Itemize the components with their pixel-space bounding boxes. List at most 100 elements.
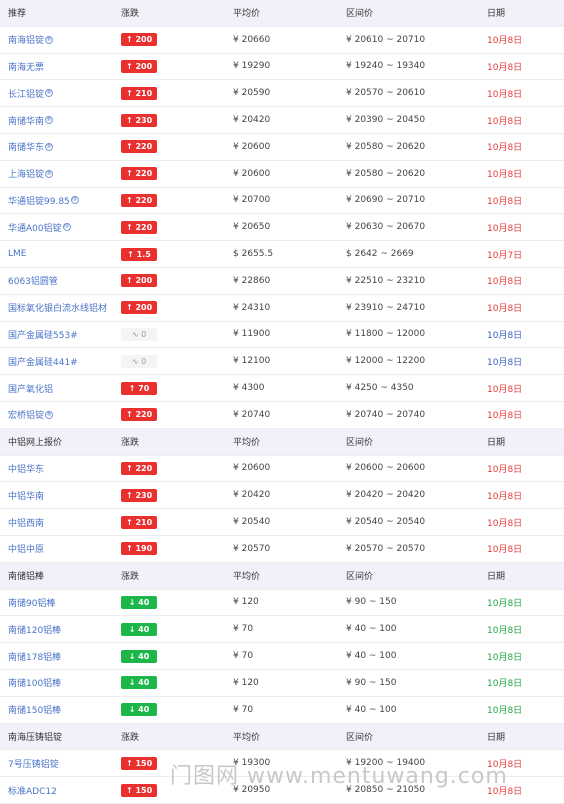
product-name-link[interactable]: 华通A00铝锭 (8, 221, 62, 234)
date: 10月8日 (487, 223, 523, 234)
registered-mark: ® (45, 169, 54, 178)
table-row[interactable]: 中铝西南 ↑ 210 ¥ 20540 ¥ 20540 ~ 20540 10月8日 (0, 509, 564, 536)
product-name-cell[interactable]: 南储120铝棒 (8, 616, 61, 642)
avg-price: ¥ 20540 (233, 517, 271, 528)
product-name-cell[interactable]: 中铝中原 (8, 536, 44, 562)
date: 10月8日 (487, 89, 523, 100)
table-row[interactable]: 南海铝锭 ® ↑ 200 ¥ 20660 ¥ 20610 ~ 20710 10月8日 (0, 27, 564, 54)
product-name-link[interactable]: 国产金属硅441# (8, 355, 78, 368)
product-name-link[interactable]: 华通铝锭99.85 (8, 194, 70, 207)
product-name-link[interactable]: 南储100铝棒 (8, 676, 61, 689)
product-name-cell[interactable]: 南海无票 (8, 54, 44, 80)
product-name-cell[interactable]: 中铝西南 (8, 509, 44, 535)
table-row[interactable]: 南储120铝棒 ↓ 40 ¥ 70 ¥ 40 ~ 100 10月8日 (0, 616, 564, 644)
product-name-cell[interactable]: 中铝华东 (8, 456, 44, 482)
product-name-link[interactable]: 南海铝锭 (8, 33, 44, 46)
product-name-cell[interactable]: 6063铝圆管 (8, 268, 58, 294)
product-name-cell[interactable]: 南储150铝棒 (8, 697, 61, 723)
product-name-link[interactable]: 中铝中原 (8, 542, 44, 555)
table-row[interactable]: 长江铝锭 ® ↑ 210 ¥ 20590 ¥ 20570 ~ 20610 10月8日 (0, 80, 564, 108)
avg-price: ¥ 11900 (233, 329, 271, 340)
table-row[interactable]: 南储100铝棒 ↓ 40 ¥ 120 ¥ 90 ~ 150 10月8日 (0, 670, 564, 697)
avg-price: ¥ 20590 (233, 88, 271, 99)
product-name-link[interactable]: 国标氧化银白流水线铝材 (8, 301, 107, 314)
section-title: 南储铝棒 (8, 572, 45, 583)
table-row[interactable]: 国产金属硅553# ∿ 0 ¥ 11900 ¥ 11800 ~ 12000 10月8日 (0, 322, 564, 349)
product-name-cell[interactable]: 国产氧化铝 (8, 375, 53, 401)
table-row[interactable]: 南储150铝棒 ↓ 40 ¥ 70 ¥ 40 ~ 100 10月8日 (0, 697, 564, 724)
product-name-cell[interactable]: 国产金属硅553# (8, 322, 78, 348)
product-name-cell[interactable]: 南储华南 ® (8, 107, 54, 133)
table-row[interactable]: 南储90铝棒 ↓ 40 ¥ 120 ¥ 90 ~ 150 10月8日 (0, 590, 564, 617)
table-row[interactable]: 南储178铝棒 ↓ 40 ¥ 70 ¥ 40 ~ 100 10月8日 (0, 643, 564, 670)
table-row[interactable]: 国产金属硅441# ∿ 0 ¥ 12100 ¥ 12000 ~ 12200 10月8日 (0, 348, 564, 376)
change-cell: ↓ 40 (121, 670, 157, 696)
date: 10月8日 (487, 330, 523, 341)
product-name-cell[interactable]: 南储100铝棒 (8, 670, 61, 696)
product-name-cell[interactable]: 南储90铝棒 (8, 590, 55, 616)
product-name-link[interactable]: 中铝西南 (8, 516, 44, 529)
table-row[interactable]: 宏桥铝锭 ® ↑ 220 ¥ 20740 ¥ 20740 ~ 20740 10月8日 (0, 402, 564, 429)
product-name-link[interactable]: 宏桥铝锭 (8, 408, 44, 421)
range-price: ¥ 12000 ~ 12200 (346, 356, 426, 367)
product-name-link[interactable]: 南储120铝棒 (8, 623, 61, 636)
col-change-header: 涨跌 (121, 732, 140, 743)
product-name-link[interactable]: 上海铝锭 (8, 167, 44, 180)
product-name-link[interactable]: LME (8, 249, 26, 259)
change-cell: ↓ 40 (121, 590, 157, 616)
range-price: ¥ 20570 ~ 20570 (346, 543, 426, 554)
product-name-link[interactable]: 南储90铝棒 (8, 596, 55, 609)
product-name-cell[interactable]: 国标氧化银白流水线铝材 (8, 295, 107, 321)
product-name-cell[interactable]: 南海铝锭 ® (8, 27, 54, 53)
product-name-cell[interactable]: LME (8, 241, 26, 267)
product-name-link[interactable]: 标准ADC12 (8, 784, 57, 797)
change-cell: ↑ 210 (121, 80, 158, 106)
product-name-cell[interactable]: 标准ADC12 (8, 777, 57, 803)
product-name-cell[interactable]: 中铝华南 (8, 482, 44, 508)
table-row[interactable]: 国标氧化银白流水线铝材 ↑ 200 ¥ 24310 ¥ 23910 ~ 24710 10… (0, 295, 564, 322)
table-row[interactable]: 6063铝圆管 ↑ 200 ¥ 22860 ¥ 22510 ~ 23210 10月8日 (0, 268, 564, 295)
table-row[interactable]: 南储华东 ® ↑ 220 ¥ 20600 ¥ 20580 ~ 20620 10月8日 (0, 134, 564, 161)
product-name-link[interactable]: 南海无票 (8, 60, 44, 73)
product-name-cell[interactable]: 华通A00铝锭 ® (8, 214, 71, 240)
product-name-link[interactable]: 7号压铸铝锭 (8, 757, 59, 770)
product-name-link[interactable]: 南储华东 (8, 140, 44, 153)
product-name-link[interactable]: 国产氧化铝 (8, 382, 53, 395)
product-name-link[interactable]: 南储华南 (8, 114, 44, 127)
table-row[interactable]: 华通A00铝锭 ® ↑ 220 ¥ 20650 ¥ 20630 ~ 20670 10月8日 (0, 214, 564, 242)
product-name-link[interactable]: 中铝华南 (8, 489, 44, 502)
table-row[interactable]: 中铝华东 ↑ 220 ¥ 20600 ¥ 20600 ~ 20600 10月8日 (0, 456, 564, 483)
table-row[interactable]: 中铝中原 ↑ 190 ¥ 20570 ¥ 20570 ~ 20570 10月8日 (0, 536, 564, 563)
product-name-cell[interactable]: 宏桥铝锭 ® (8, 402, 54, 428)
section-header: 南储铝棒 涨跌 平均价 区间价 日期 (0, 562, 564, 590)
table-row[interactable]: 中铝华南 ↑ 230 ¥ 20420 ¥ 20420 ~ 20420 10月8日 (0, 482, 564, 510)
change-badge: ↑ 220 (121, 140, 158, 154)
product-name-link[interactable]: 长江铝锭 (8, 87, 44, 100)
product-name-cell[interactable]: 7号压铸铝锭 (8, 750, 59, 776)
product-name-link[interactable]: 南储150铝棒 (8, 703, 61, 716)
product-name-link[interactable]: 中铝华东 (8, 462, 44, 475)
table-row[interactable]: 华通铝锭99.85 ® ↑ 220 ¥ 20700 ¥ 20690 ~ 20710 10月… (0, 188, 564, 215)
table-row[interactable]: 南储华南 ® ↑ 230 ¥ 20420 ¥ 20390 ~ 20450 10月8日 (0, 107, 564, 134)
product-name-cell[interactable]: 南储178铝棒 (8, 643, 61, 669)
date: 10月8日 (487, 518, 523, 529)
col-range-header: 区间价 (346, 438, 374, 449)
table-row[interactable]: LME ↑ 1.5 $ 2655.5 $ 2642 ~ 2669 10月7日 (0, 241, 564, 268)
table-row[interactable]: 南海无票 ↑ 200 ¥ 19290 ¥ 19240 ~ 19340 10月8日 (0, 54, 564, 81)
product-name-cell[interactable]: 长江铝锭 ® (8, 80, 54, 106)
date: 10月8日 (487, 357, 523, 368)
date: 10月8日 (487, 196, 523, 207)
product-name-cell[interactable]: 华通铝锭99.85 ® (8, 188, 79, 214)
change-cell: ↑ 220 (121, 456, 158, 482)
product-name-cell[interactable]: 上海铝锭 ® (8, 161, 54, 187)
table-row[interactable]: 国产氧化铝 ↑ 70 ¥ 4300 ¥ 4250 ~ 4350 10月8日 (0, 375, 564, 402)
product-name-cell[interactable]: 南储华东 ® (8, 134, 54, 160)
table-row[interactable]: 上海铝锭 ® ↑ 220 ¥ 20600 ¥ 20580 ~ 20620 10月8日 (0, 161, 564, 188)
product-name-link[interactable]: 6063铝圆管 (8, 274, 58, 287)
product-name-link[interactable]: 南储178铝棒 (8, 650, 61, 663)
col-change-header: 涨跌 (121, 438, 140, 449)
change-badge: ↑ 230 (121, 488, 158, 502)
change-badge: ↑ 70 (121, 381, 157, 395)
product-name-cell[interactable]: 国产金属硅441# (8, 348, 78, 374)
product-name-link[interactable]: 国产金属硅553# (8, 328, 78, 341)
